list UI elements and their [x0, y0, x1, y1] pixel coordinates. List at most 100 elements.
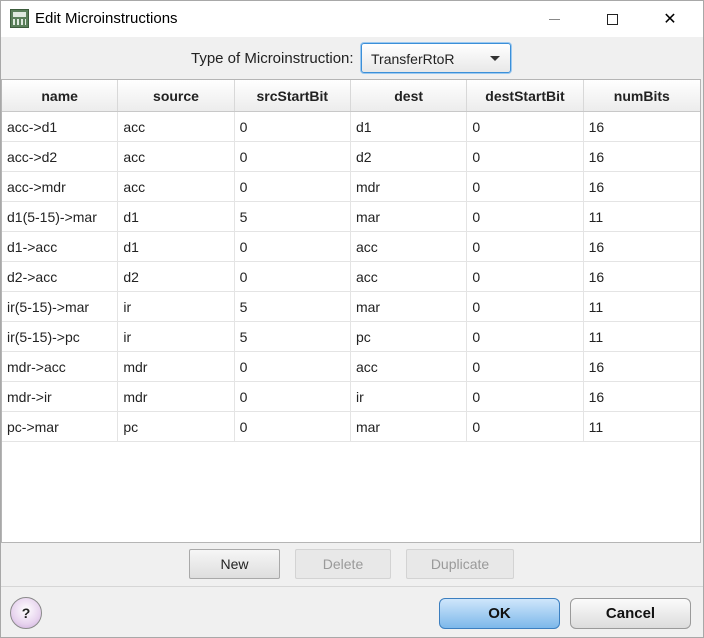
- table-row[interactable]: d2->acc d2 0 acc 0 16: [2, 262, 700, 292]
- title-bar: Edit Microinstructions ✕: [1, 1, 703, 37]
- cell-source[interactable]: d1: [118, 202, 235, 231]
- help-button[interactable]: ?: [10, 597, 42, 629]
- cell-num-bits[interactable]: 11: [584, 322, 700, 351]
- cell-src-start-bit[interactable]: 5: [235, 202, 351, 231]
- maximize-icon: [606, 13, 618, 25]
- delete-button[interactable]: Delete: [295, 549, 391, 579]
- cell-num-bits[interactable]: 11: [584, 412, 700, 441]
- cell-source[interactable]: pc: [118, 412, 235, 441]
- cell-name[interactable]: d1(5-15)->mar: [2, 202, 119, 231]
- cell-num-bits[interactable]: 16: [584, 142, 700, 171]
- cell-src-start-bit[interactable]: 0: [235, 172, 351, 201]
- cell-name[interactable]: acc->d1: [2, 112, 119, 141]
- cell-name[interactable]: pc->mar: [2, 412, 119, 441]
- cell-source[interactable]: acc: [118, 172, 235, 201]
- column-header-name[interactable]: name: [2, 80, 119, 111]
- cell-name[interactable]: d2->acc: [2, 262, 119, 291]
- table-row[interactable]: acc->mdr acc 0 mdr 0 16: [2, 172, 700, 202]
- table-row[interactable]: pc->mar pc 0 mar 0 11: [2, 412, 700, 442]
- cell-name[interactable]: mdr->ir: [2, 382, 119, 411]
- cell-dest-start-bit[interactable]: 0: [467, 112, 584, 141]
- cell-dest-start-bit[interactable]: 0: [467, 262, 584, 291]
- table-row[interactable]: mdr->ir mdr 0 ir 0 16: [2, 382, 700, 412]
- cell-src-start-bit[interactable]: 0: [235, 142, 351, 171]
- footer-divider: [1, 586, 703, 587]
- table-row[interactable]: acc->d1 acc 0 d1 0 16: [2, 112, 700, 142]
- new-button[interactable]: New: [189, 549, 280, 579]
- cell-name[interactable]: acc->d2: [2, 142, 119, 171]
- maximize-button[interactable]: [583, 1, 641, 37]
- cell-dest-start-bit[interactable]: 0: [467, 172, 584, 201]
- cancel-button[interactable]: Cancel: [570, 598, 691, 629]
- cell-source[interactable]: ir: [118, 292, 235, 321]
- cell-dest[interactable]: d2: [351, 142, 468, 171]
- cell-source[interactable]: acc: [118, 112, 235, 141]
- column-header-dest[interactable]: dest: [351, 80, 468, 111]
- cell-num-bits[interactable]: 16: [584, 352, 700, 381]
- cell-source[interactable]: d1: [118, 232, 235, 261]
- cell-source[interactable]: mdr: [118, 352, 235, 381]
- cell-dest-start-bit[interactable]: 0: [467, 322, 584, 351]
- cell-src-start-bit[interactable]: 0: [235, 112, 351, 141]
- cell-source[interactable]: acc: [118, 142, 235, 171]
- type-dropdown-value: TransferRtoR: [371, 51, 455, 67]
- cell-src-start-bit[interactable]: 5: [235, 322, 351, 351]
- cell-source[interactable]: ir: [118, 322, 235, 351]
- cell-source[interactable]: mdr: [118, 382, 235, 411]
- cell-dest-start-bit[interactable]: 0: [467, 232, 584, 261]
- table-row[interactable]: d1->acc d1 0 acc 0 16: [2, 232, 700, 262]
- close-button[interactable]: ✕: [641, 1, 699, 37]
- cell-dest-start-bit[interactable]: 0: [467, 142, 584, 171]
- cell-num-bits[interactable]: 16: [584, 112, 700, 141]
- cell-name[interactable]: d1->acc: [2, 232, 119, 261]
- table-row[interactable]: ir(5-15)->pc ir 5 pc 0 11: [2, 322, 700, 352]
- table-row[interactable]: mdr->acc mdr 0 acc 0 16: [2, 352, 700, 382]
- type-dropdown[interactable]: TransferRtoR: [361, 43, 511, 73]
- cell-src-start-bit[interactable]: 0: [235, 262, 351, 291]
- table-body: acc->d1 acc 0 d1 0 16 acc->d2 acc 0 d2 0 16 acc->mdr…: [2, 112, 700, 442]
- column-header-num-bits[interactable]: numBits: [584, 80, 700, 111]
- cell-src-start-bit[interactable]: 0: [235, 412, 351, 441]
- cell-name[interactable]: ir(5-15)->pc: [2, 322, 119, 351]
- cell-dest[interactable]: acc: [351, 352, 468, 381]
- cell-dest[interactable]: mar: [351, 412, 468, 441]
- cell-num-bits[interactable]: 16: [584, 382, 700, 411]
- column-header-source[interactable]: source: [118, 80, 235, 111]
- cell-name[interactable]: ir(5-15)->mar: [2, 292, 119, 321]
- column-header-dest-start-bit[interactable]: destStartBit: [467, 80, 584, 111]
- cell-source[interactable]: d2: [118, 262, 235, 291]
- cell-name[interactable]: mdr->acc: [2, 352, 119, 381]
- table-row[interactable]: ir(5-15)->mar ir 5 mar 0 11: [2, 292, 700, 322]
- cell-num-bits[interactable]: 16: [584, 262, 700, 291]
- cell-dest[interactable]: mdr: [351, 172, 468, 201]
- ok-button[interactable]: OK: [439, 598, 560, 629]
- duplicate-button[interactable]: Duplicate: [406, 549, 514, 579]
- column-header-src-start-bit[interactable]: srcStartBit: [235, 80, 351, 111]
- microinstruction-table[interactable]: name source srcStartBit dest destStartBi…: [1, 79, 701, 543]
- cell-dest-start-bit[interactable]: 0: [467, 412, 584, 441]
- cell-dest-start-bit[interactable]: 0: [467, 292, 584, 321]
- cell-src-start-bit[interactable]: 0: [235, 232, 351, 261]
- cell-dest-start-bit[interactable]: 0: [467, 352, 584, 381]
- minimize-button[interactable]: [525, 1, 583, 37]
- cell-dest-start-bit[interactable]: 0: [467, 202, 584, 231]
- cell-dest[interactable]: acc: [351, 232, 468, 261]
- cell-dest[interactable]: d1: [351, 112, 468, 141]
- cell-src-start-bit[interactable]: 5: [235, 292, 351, 321]
- table-row[interactable]: d1(5-15)->mar d1 5 mar 0 11: [2, 202, 700, 232]
- cell-num-bits[interactable]: 11: [584, 202, 700, 231]
- cell-num-bits[interactable]: 11: [584, 292, 700, 321]
- cell-src-start-bit[interactable]: 0: [235, 382, 351, 411]
- cell-num-bits[interactable]: 16: [584, 172, 700, 201]
- window-title: Edit Microinstructions: [35, 10, 178, 27]
- cell-dest[interactable]: mar: [351, 202, 468, 231]
- cell-dest[interactable]: pc: [351, 322, 468, 351]
- cell-dest[interactable]: acc: [351, 262, 468, 291]
- cell-src-start-bit[interactable]: 0: [235, 352, 351, 381]
- cell-num-bits[interactable]: 16: [584, 232, 700, 261]
- cell-dest-start-bit[interactable]: 0: [467, 382, 584, 411]
- cell-dest[interactable]: ir: [351, 382, 468, 411]
- cell-name[interactable]: acc->mdr: [2, 172, 119, 201]
- table-row[interactable]: acc->d2 acc 0 d2 0 16: [2, 142, 700, 172]
- cell-dest[interactable]: mar: [351, 292, 468, 321]
